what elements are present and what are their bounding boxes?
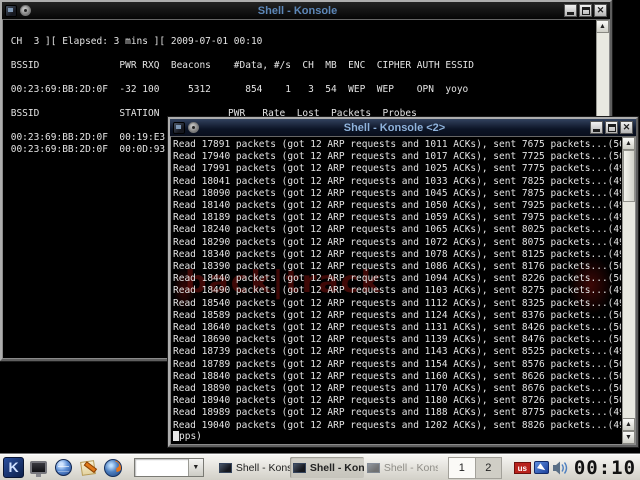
combobox-dropdown-button[interactable]: ▼ xyxy=(187,459,203,476)
maximize-button[interactable] xyxy=(579,4,592,17)
sticky-button[interactable] xyxy=(188,122,199,133)
run-command-combobox[interactable]: ▼ xyxy=(133,458,204,477)
terminal-cursor-line: pps) xyxy=(173,430,202,442)
task-button-label: Shell - Kon xyxy=(309,461,364,474)
globe-icon xyxy=(54,459,72,476)
notes-icon xyxy=(80,459,97,476)
combobox-value[interactable] xyxy=(135,459,188,476)
maximize-icon xyxy=(581,6,590,15)
firefox-launcher[interactable] xyxy=(103,457,124,479)
close-icon: ✕ xyxy=(622,122,631,132)
taskbar: K ▼ Shell - Konso Shell - Kon xyxy=(0,454,640,480)
scroll-up-icon: ▲ xyxy=(599,23,606,30)
network-tray-icon[interactable] xyxy=(533,461,549,474)
kmenu-icon: K xyxy=(3,457,24,478)
chevron-down-icon: ▼ xyxy=(192,464,200,471)
scroll-up-button-bottom[interactable]: ▲ xyxy=(622,418,635,431)
titlebar-konsole-2[interactable]: Shell - Konsole <2> ✕ xyxy=(170,119,636,136)
konsole-app-icon[interactable] xyxy=(5,4,17,17)
scroll-up-icon: ▲ xyxy=(625,140,632,147)
web-browser-launcher[interactable] xyxy=(53,457,74,479)
task-button-label: Shell - Konso xyxy=(235,461,290,474)
kmenu-button[interactable]: K xyxy=(3,457,24,479)
konsole-app-icon[interactable] xyxy=(173,121,185,134)
konsole-mini-icon xyxy=(292,462,306,473)
desktop-icon xyxy=(29,461,47,477)
konsole-mini-icon xyxy=(218,462,232,473)
task-button-konsole-2[interactable]: Shell - Kon xyxy=(289,457,364,478)
taskbar-clock[interactable]: 00:10 xyxy=(574,457,637,479)
minimize-button[interactable] xyxy=(590,121,603,134)
close-icon: ✕ xyxy=(596,5,605,15)
volume-icon[interactable] xyxy=(552,460,570,476)
konsole-mini-icon xyxy=(366,462,380,473)
minimize-icon xyxy=(567,12,574,15)
window-title: Shell - Konsole <2> xyxy=(343,121,446,134)
scroll-up-icon: ▲ xyxy=(625,421,632,428)
maximize-button[interactable] xyxy=(605,121,618,134)
show-desktop-button[interactable] xyxy=(28,457,49,479)
close-button[interactable]: ✕ xyxy=(594,4,607,17)
task-button-konsole-3[interactable]: Shell - Konso xyxy=(364,457,438,478)
maximize-icon xyxy=(607,123,616,132)
pager-desktop-2[interactable]: 2 xyxy=(474,457,501,478)
sticky-button[interactable] xyxy=(20,5,31,16)
notes-launcher[interactable] xyxy=(78,457,99,479)
task-button-list: Shell - Konso Shell - Kon Shell - Konso xyxy=(216,457,438,478)
firefox-icon xyxy=(104,458,123,477)
close-button[interactable]: ✕ xyxy=(620,121,633,134)
scrollbar[interactable]: ▲ ▲ ▼ xyxy=(622,137,635,444)
window-title: Shell - Konsole xyxy=(257,4,338,17)
terminal-output-aireplay[interactable]: back|track Read 17891 packets (got 12 AR… xyxy=(170,136,636,445)
aireplay-text: Read 17891 packets (got 12 ARP requests … xyxy=(173,139,621,431)
pager-desktop-1[interactable]: 1 xyxy=(448,457,475,478)
scroll-up-button[interactable]: ▲ xyxy=(596,20,609,33)
titlebar-konsole-1[interactable]: Shell - Konsole ✕ xyxy=(2,2,610,19)
desktop-pager: 1 2 xyxy=(447,456,502,479)
task-button-label: Shell - Konso xyxy=(383,461,438,474)
system-tray: us xyxy=(513,460,570,476)
minimize-icon xyxy=(593,129,600,132)
scrollbar-thumb[interactable] xyxy=(623,150,635,202)
scroll-up-button[interactable]: ▲ xyxy=(622,137,635,150)
cursor-line-text: pps) xyxy=(179,430,202,442)
scroll-down-icon: ▼ xyxy=(625,434,632,441)
minimize-button[interactable] xyxy=(564,4,577,17)
keyboard-layout-icon[interactable]: us xyxy=(513,461,531,474)
window-konsole-2: Shell - Konsole <2> ✕ back|track Read 17… xyxy=(168,117,638,447)
task-button-konsole-1[interactable]: Shell - Konso xyxy=(216,457,290,478)
scroll-down-button[interactable]: ▼ xyxy=(622,431,635,444)
